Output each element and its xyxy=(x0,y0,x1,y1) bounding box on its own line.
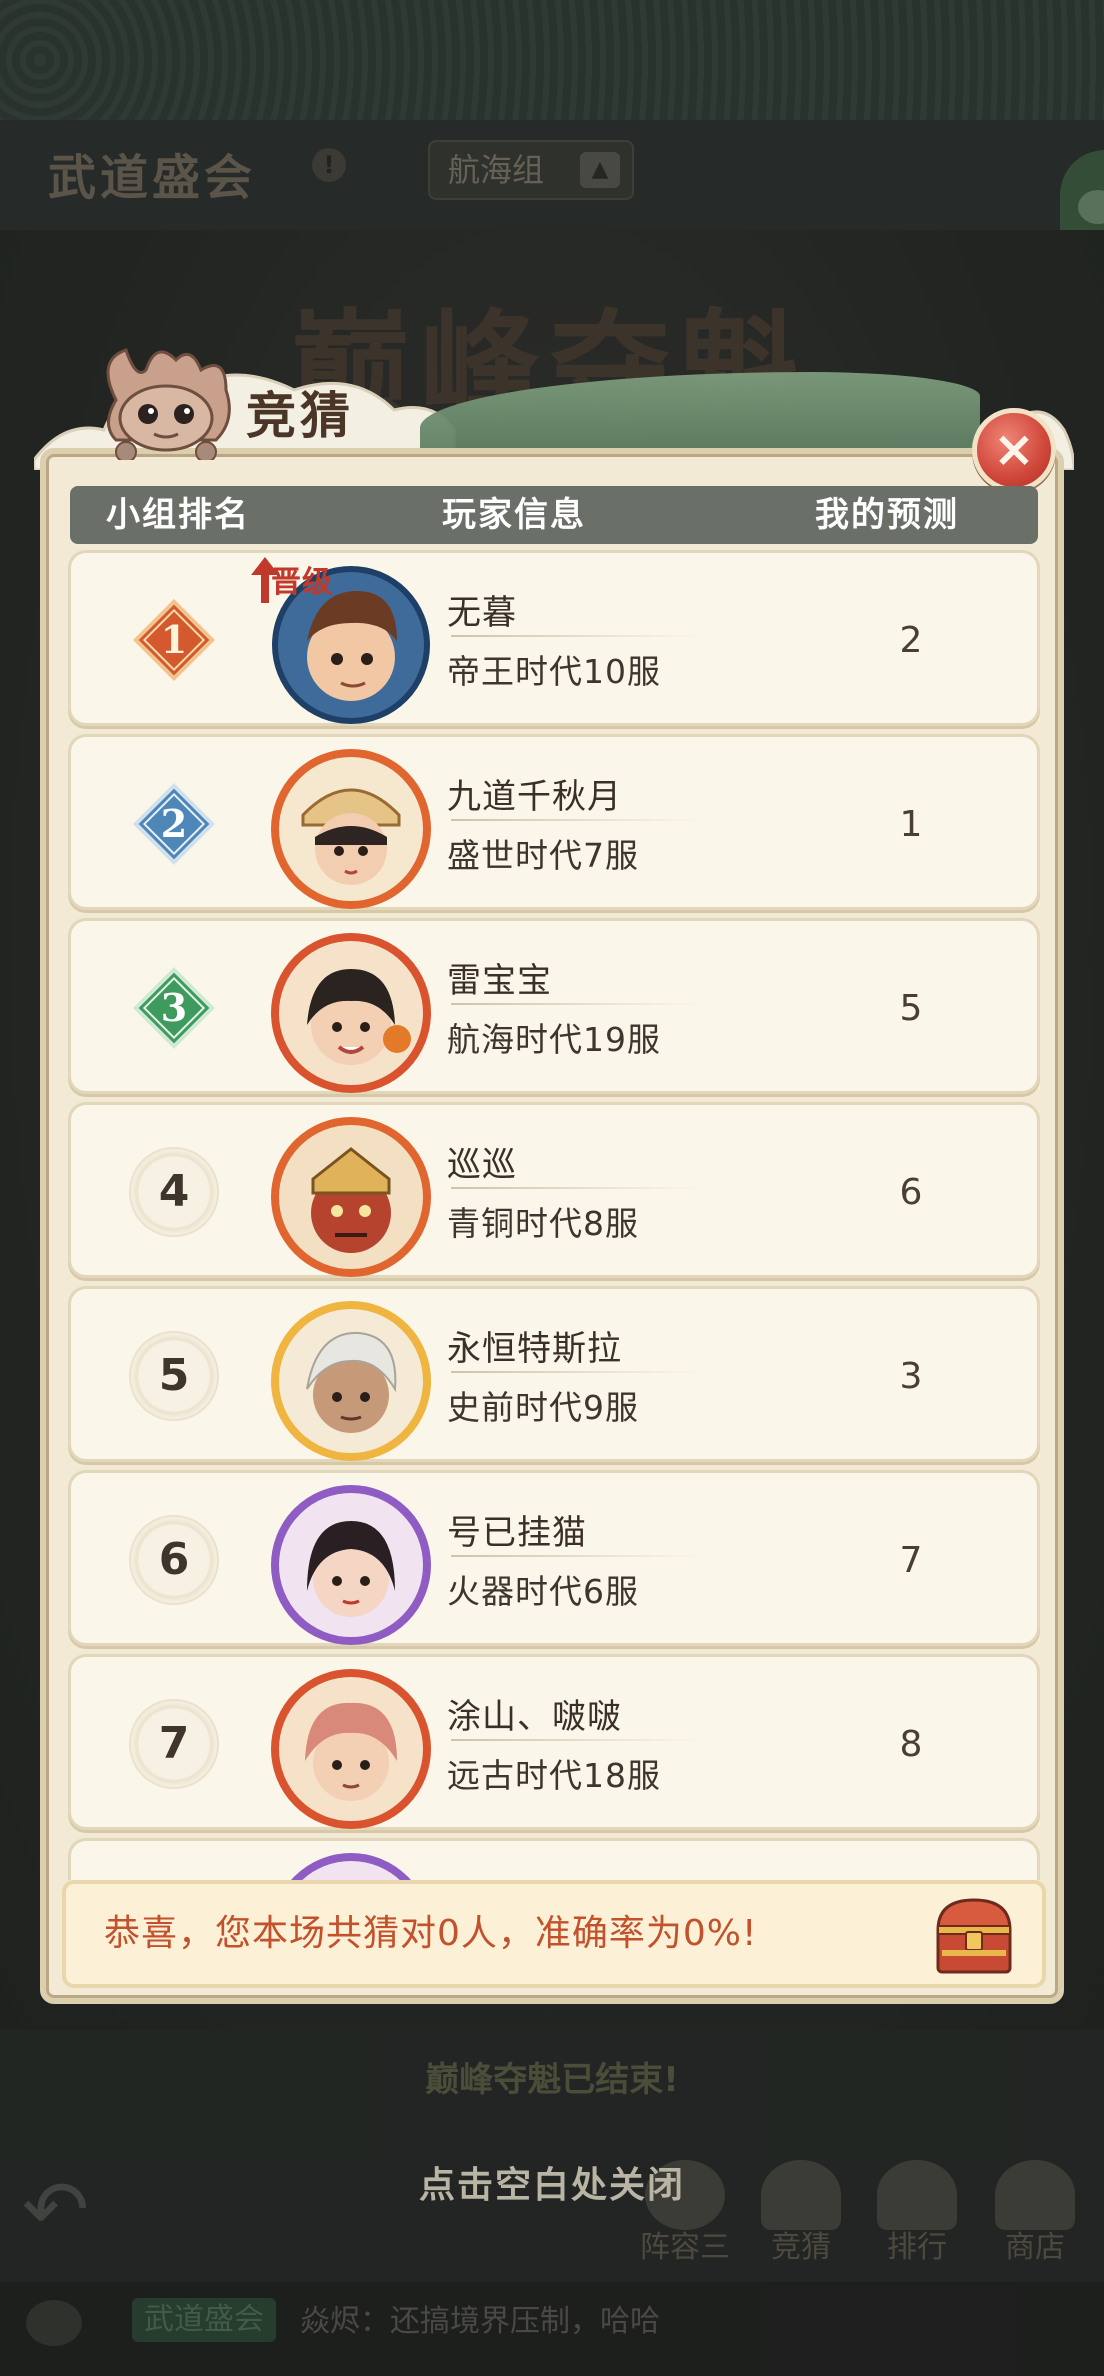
my-prediction: 5 xyxy=(899,988,923,1029)
rank-number: 2 xyxy=(161,801,187,846)
treasure-chest-icon[interactable] xyxy=(928,1890,1020,1982)
column-rank: 小组排名 xyxy=(106,495,250,535)
player-name: 九道千秋月 xyxy=(447,777,622,817)
table-row: 5 永恒特斯拉 史前时代9服 3 xyxy=(68,1286,1040,1462)
rank-number: 7 xyxy=(129,1699,219,1789)
close-hint: 点击空白处关闭 xyxy=(418,2165,685,2206)
table-row: 4 巡巡 青铜时代8服 6 xyxy=(68,1102,1040,1278)
table-row xyxy=(68,1838,1040,1880)
result-summary: 恭喜，您本场共猜对0人，准确率为0%! xyxy=(62,1880,1046,1988)
player-avatar[interactable] xyxy=(267,745,435,913)
my-prediction: 8 xyxy=(899,1724,923,1765)
table-row: 2 九道千秋月 盛世时代7服 1 xyxy=(68,734,1040,910)
table-row: 3 雷宝宝 航海时代19服 5 xyxy=(68,918,1040,1094)
rank-number: 4 xyxy=(129,1147,219,1237)
player-server: 远古时代18服 xyxy=(447,1756,661,1795)
column-header: 小组排名 玩家信息 我的预测 xyxy=(70,486,1038,544)
popup-title: 竞猜 xyxy=(246,386,354,445)
column-prediction: 我的预测 xyxy=(815,495,959,535)
table-row: 6 号已挂猫 火器时代6服 7 xyxy=(68,1470,1040,1646)
player-server: 盛世时代7服 xyxy=(447,836,639,875)
divider xyxy=(451,1003,701,1005)
player-server: 火器时代6服 xyxy=(447,1572,639,1611)
player-avatar[interactable] xyxy=(267,1113,435,1281)
player-server: 史前时代9服 xyxy=(447,1388,639,1427)
rank-badge-silver: 2 xyxy=(132,782,216,866)
dragon-mascot-icon xyxy=(106,348,231,460)
player-name: 号已挂猫 xyxy=(447,1513,587,1553)
rank-number: 5 xyxy=(129,1331,219,1421)
player-name: 无暮 xyxy=(447,593,517,633)
player-name: 雷宝宝 xyxy=(447,961,552,1001)
rank-number: 6 xyxy=(129,1515,219,1605)
divider xyxy=(451,819,701,821)
my-prediction: 2 xyxy=(899,620,923,661)
divider xyxy=(451,1187,701,1189)
my-prediction: 1 xyxy=(899,804,923,845)
player-name: 涂山、啵啵 xyxy=(447,1697,622,1737)
rank-number: 1 xyxy=(161,617,187,662)
player-name: 巡巡 xyxy=(447,1145,517,1185)
divider xyxy=(451,1371,701,1373)
my-prediction: 6 xyxy=(899,1172,923,1213)
rank-badge-bronze: 3 xyxy=(132,966,216,1050)
player-server: 航海时代19服 xyxy=(447,1020,661,1059)
divider xyxy=(451,1555,701,1557)
table-row: 1 晋级 无暮 帝王时代10服 2 xyxy=(68,550,1040,726)
player-avatar[interactable] xyxy=(267,1665,435,1833)
rank-number: 3 xyxy=(161,985,187,1030)
player-name: 永恒特斯拉 xyxy=(447,1329,622,1369)
ranking-list[interactable]: 1 晋级 无暮 帝王时代10服 2 2 九道千秋月 盛世时代7服 1 3 雷宝宝… xyxy=(68,550,1040,1880)
my-prediction: 7 xyxy=(899,1540,923,1581)
player-server: 帝王时代10服 xyxy=(447,652,661,691)
divider xyxy=(451,635,701,637)
rank-badge-gold: 1 xyxy=(132,598,216,682)
player-avatar[interactable] xyxy=(267,1481,435,1649)
divider xyxy=(451,1739,701,1741)
table-row: 7 涂山、啵啵 远古时代18服 8 xyxy=(68,1654,1040,1830)
column-player: 玩家信息 xyxy=(442,495,586,535)
player-avatar[interactable] xyxy=(267,1849,435,1880)
my-prediction: 3 xyxy=(899,1356,923,1397)
result-text: 恭喜，您本场共猜对0人，准确率为0%! xyxy=(104,1913,758,1954)
player-avatar[interactable] xyxy=(267,1297,435,1465)
player-server: 青铜时代8服 xyxy=(447,1204,639,1243)
close-button[interactable]: × xyxy=(972,408,1056,492)
player-avatar[interactable] xyxy=(267,929,435,1097)
promotion-tag: 晋级 xyxy=(271,565,333,600)
